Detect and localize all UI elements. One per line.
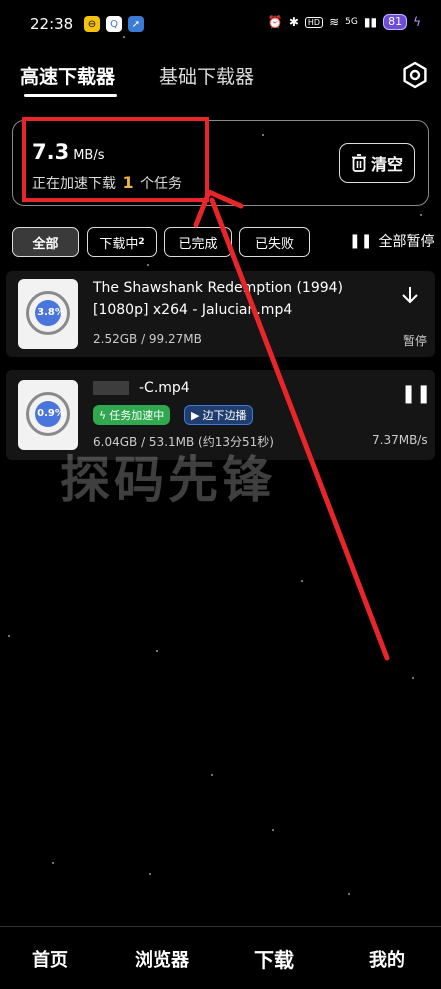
filter-completed[interactable]: 已完成 <box>164 227 232 257</box>
filter-all-label: 全部 <box>32 236 59 252</box>
download-status: 暂停 <box>403 334 428 348</box>
filter-completed-label: 已完成 <box>178 236 218 252</box>
pause-all-button[interactable]: ❚❚ 全部暂停 <box>349 231 434 251</box>
bluetooth-icon: ✱ <box>288 15 299 29</box>
tab-high-speed-downloader[interactable]: 高速下载器 <box>20 62 115 89</box>
star-decoration <box>272 829 274 831</box>
charging-icon: ϟ <box>413 15 421 29</box>
star-decoration <box>412 677 414 679</box>
app-icon-rocket: ➚ <box>128 16 144 32</box>
filter-all[interactable]: 全部 <box>12 227 79 257</box>
star-decoration <box>149 873 151 875</box>
annotation-highlight-box <box>22 117 209 202</box>
star-decoration <box>123 36 125 38</box>
progress-percent: 0.9% <box>37 408 65 419</box>
stream-badge-label: 边下边播 <box>202 409 247 422</box>
alarm-icon: ⏰ <box>267 15 283 29</box>
wifi-icon: ≋ <box>329 15 340 29</box>
status-bar: 22:38 ⊖ Q ➚ ⏰ ✱ HD ≋ 5G ▮▮ 81 ϟ <box>0 0 441 50</box>
progress-ring: 0.9% <box>26 392 70 436</box>
clear-button[interactable]: 清空 <box>339 143 415 183</box>
signal-icon: ▮▮ <box>363 15 378 29</box>
accel-badge-label: 任务加速中 <box>109 409 165 422</box>
trash-icon <box>351 154 366 172</box>
watermark-logo: 探码先锋 <box>60 451 276 509</box>
gear-icon[interactable] <box>401 61 429 89</box>
nav-browser[interactable]: 浏览器 <box>135 946 189 972</box>
filter-downloading[interactable]: 下载中 2 <box>87 227 157 257</box>
star-decoration <box>262 134 264 136</box>
progress-percent: 3.8% <box>37 307 65 318</box>
pause-icon[interactable]: ❚❚ <box>401 383 431 404</box>
stream-badge[interactable]: ▶ 边下边播 <box>184 405 254 425</box>
status-time: 22:38 <box>30 15 74 33</box>
star-decoration <box>52 862 54 864</box>
nav-download[interactable]: 下载 <box>254 944 294 973</box>
video-thumbnail: 3.8% <box>18 279 78 349</box>
star-decoration <box>420 214 422 216</box>
download-title-line1: The Shawshank Redemption (1994) <box>93 280 344 296</box>
filter-downloading-count: 2 <box>138 237 145 247</box>
pause-icon: ❚❚ <box>349 233 373 249</box>
star-decoration <box>8 635 10 637</box>
battery-icon: 81 <box>383 14 408 30</box>
hd-icon: HD <box>304 16 324 28</box>
tab-basic-downloader[interactable]: 基础下载器 <box>159 62 254 89</box>
download-speed: 7.37MB/s <box>372 433 428 447</box>
clear-label: 清空 <box>370 155 403 174</box>
lightning-icon: ϟ <box>99 408 107 422</box>
star-decoration <box>301 580 303 582</box>
star-decoration <box>156 650 158 652</box>
star-decoration <box>348 893 350 895</box>
download-title-line2: [1080p] x264 - Jalucian.mp4 <box>93 302 293 318</box>
star-decoration <box>211 774 213 776</box>
blurred-title-mask <box>93 381 129 395</box>
play-screen-icon: ▶ <box>191 408 200 422</box>
star-decoration <box>147 264 149 266</box>
filter-failed[interactable]: 已失败 <box>239 227 310 257</box>
filter-failed-label: 已失败 <box>254 236 294 252</box>
nav-mine[interactable]: 我的 <box>369 946 405 972</box>
nav-home[interactable]: 首页 <box>32 946 68 972</box>
download-title-line1: -C.mp4 <box>139 380 190 396</box>
download-arrow-icon[interactable] <box>401 285 419 305</box>
download-size: 2.52GB / 99.27MB <box>93 332 202 346</box>
status-icons: ⏰ ✱ HD ≋ 5G ▮▮ 81 ϟ <box>268 14 421 30</box>
pause-all-label: 全部暂停 <box>378 234 435 250</box>
tab-active-indicator <box>24 94 117 97</box>
filter-downloading-label: 下载中 <box>99 236 139 252</box>
app-icon-yellow: ⊖ <box>84 16 100 32</box>
accel-badge: ϟ 任务加速中 <box>93 405 171 425</box>
progress-ring: 3.8% <box>26 291 70 335</box>
app-icon-search: Q <box>106 16 122 32</box>
network-label: 5G <box>345 17 358 27</box>
